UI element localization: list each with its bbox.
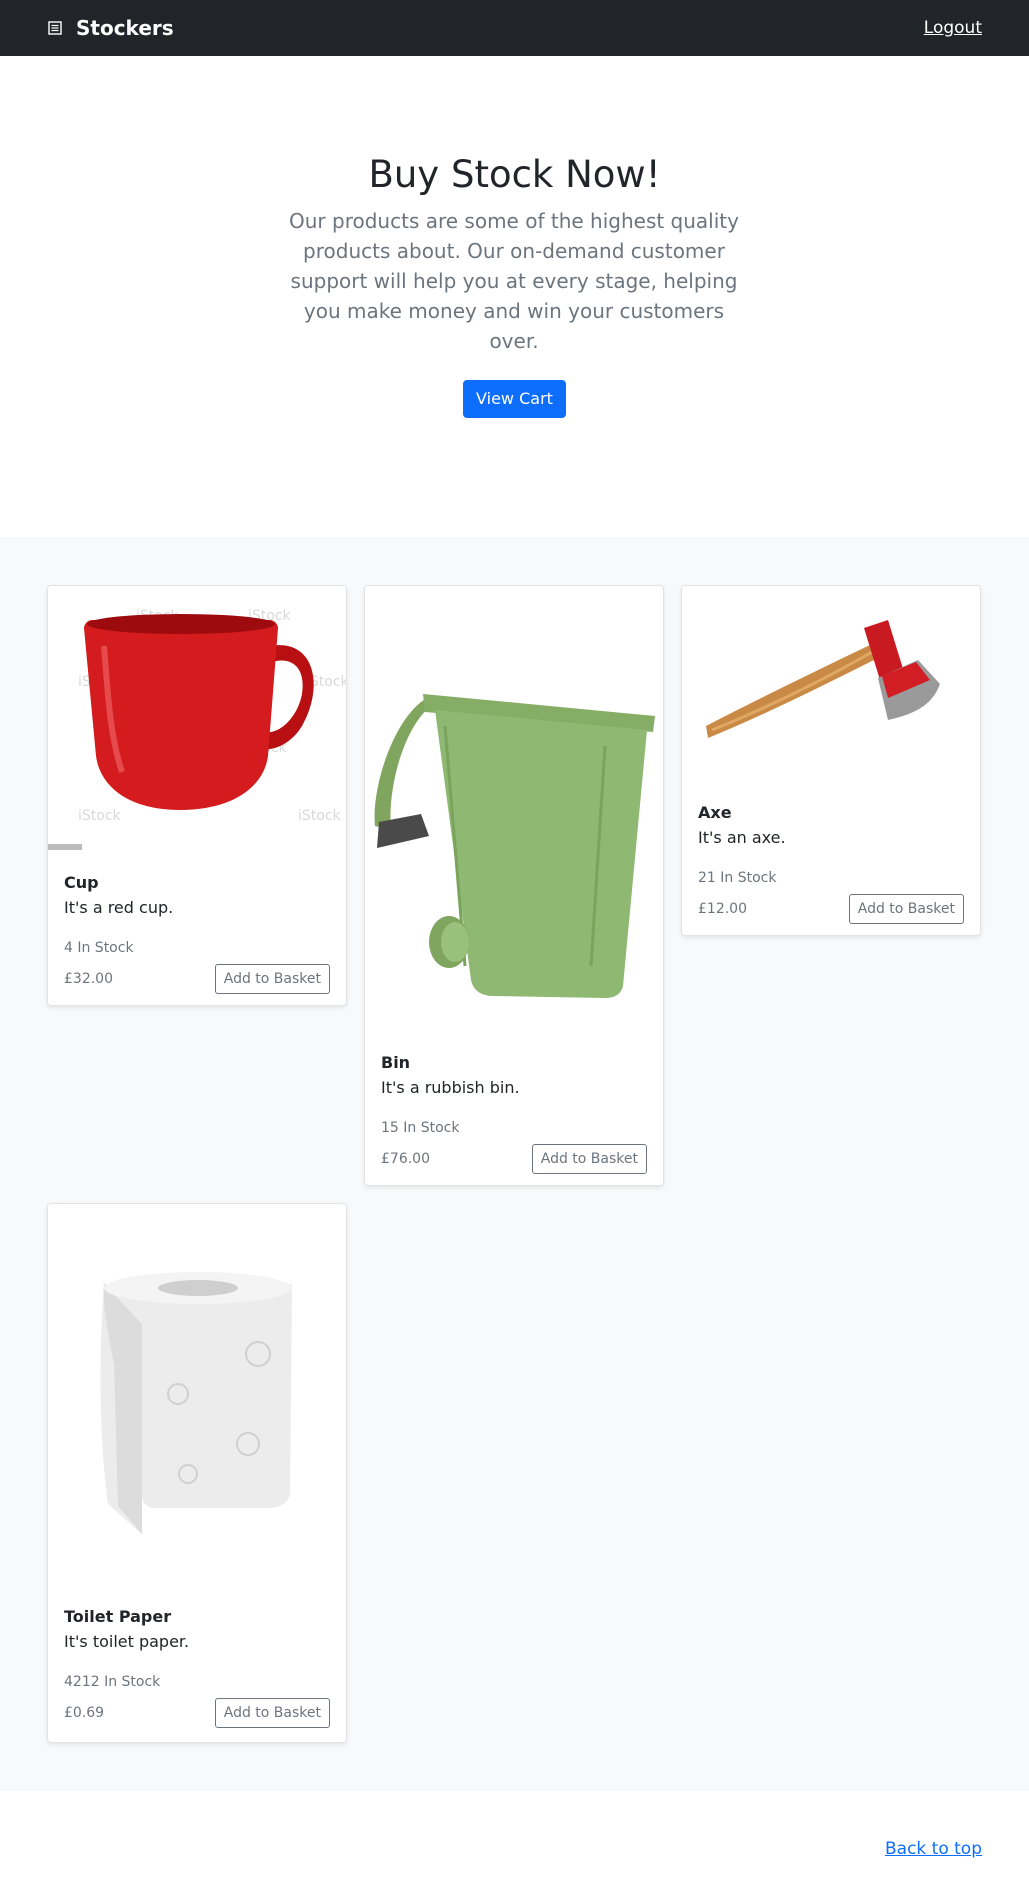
svg-text:iStock: iStock	[298, 808, 342, 824]
card-footer: £12.00 Add to Basket	[698, 894, 964, 924]
product-stock: 21 In Stock	[698, 870, 777, 886]
hero-section: Buy Stock Now! Our products are some of …	[0, 56, 1029, 537]
product-name: Cup	[64, 873, 99, 892]
card-body: Toilet Paper It's toilet paper. 4212 In …	[64, 1606, 330, 1728]
add-to-basket-button[interactable]: Add to Basket	[214, 964, 330, 994]
product-description: It's toilet paper.	[64, 1632, 190, 1651]
product-price: £76.00	[381, 1151, 430, 1167]
product-description: It's an axe.	[698, 828, 786, 847]
card-body: Cup It's a red cup. 4 In Stock £32.00 Ad…	[64, 872, 330, 994]
hero-title: Buy Stock Now!	[368, 153, 661, 196]
product-price: £12.00	[698, 901, 747, 917]
product-card-axe: Axe It's an axe. 21 In Stock £12.00 Add …	[681, 585, 981, 936]
add-to-basket-button[interactable]: Add to Basket	[214, 1698, 330, 1728]
axe-image	[682, 586, 980, 784]
logout-link[interactable]: Logout	[924, 17, 982, 39]
product-name: Toilet Paper	[64, 1607, 172, 1626]
back-to-top-link[interactable]: Back to top	[885, 1838, 982, 1860]
product-description: It's a rubbish bin.	[381, 1078, 520, 1097]
card-footer: £32.00 Add to Basket	[64, 964, 330, 994]
product-price: £0.69	[64, 1705, 105, 1721]
brand-name: Stockers	[76, 16, 174, 40]
product-price: £32.00	[64, 971, 113, 987]
brand-link[interactable]: Stockers	[48, 14, 174, 42]
green-bin-image	[365, 586, 663, 1034]
product-card-cup: iStockiStock iStockiStockiStock iStockiS…	[47, 585, 347, 1006]
card-body: Bin It's a rubbish bin. 15 In Stock £76.…	[381, 1052, 647, 1174]
product-name: Axe	[698, 803, 732, 822]
view-cart-button[interactable]: View Cart	[463, 380, 566, 418]
product-stock: 15 In Stock	[381, 1120, 460, 1136]
card-footer: £76.00 Add to Basket	[381, 1144, 647, 1174]
product-stock: 4212 In Stock	[64, 1674, 161, 1690]
navbar: Stockers Logout	[0, 0, 1029, 56]
product-card-bin: Bin It's a rubbish bin. 15 In Stock £76.…	[364, 585, 664, 1186]
list-icon	[48, 21, 62, 35]
card-footer: £0.69 Add to Basket	[64, 1698, 330, 1728]
product-album: iStockiStock iStockiStockiStock iStockiS…	[0, 537, 1029, 1791]
hero-lead: Our products are some of the highest qua…	[289, 209, 739, 353]
product-name: Bin	[381, 1053, 411, 1072]
red-mug-image: iStockiStock iStockiStockiStock iStockiS…	[48, 586, 346, 854]
product-description: It's a red cup.	[64, 898, 174, 917]
product-card-toilet-paper: Toilet Paper It's toilet paper. 4212 In …	[47, 1203, 347, 1743]
add-to-basket-button[interactable]: Add to Basket	[531, 1144, 647, 1174]
toilet-paper-image	[48, 1204, 346, 1590]
add-to-basket-button[interactable]: Add to Basket	[848, 894, 964, 924]
svg-text:iStock: iStock	[78, 808, 122, 824]
product-stock: 4 In Stock	[64, 940, 134, 956]
card-body: Axe It's an axe. 21 In Stock £12.00 Add …	[698, 802, 964, 924]
